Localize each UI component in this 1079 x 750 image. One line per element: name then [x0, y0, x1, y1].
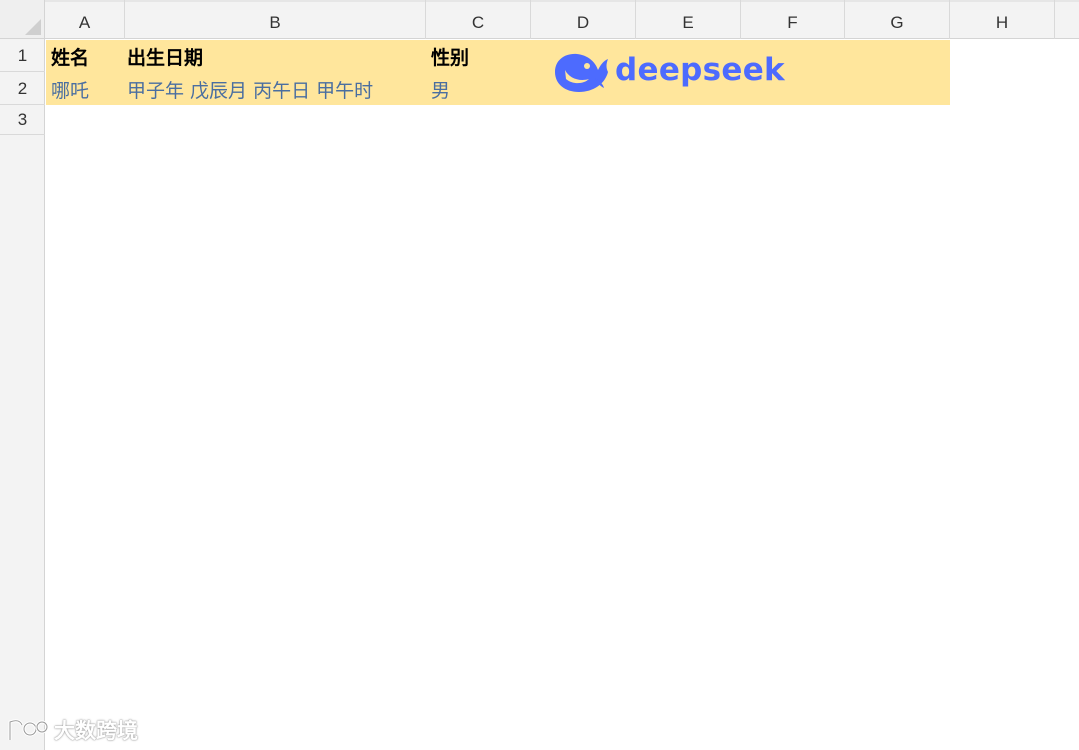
- watermark-text: 大数跨境: [54, 719, 138, 743]
- column-header-a[interactable]: A: [45, 0, 125, 39]
- row-header-3[interactable]: 3: [0, 105, 45, 135]
- deepseek-logo: deepseek: [551, 48, 785, 96]
- row-header-bar: 1 2 3: [0, 39, 45, 750]
- watermark-logo-icon: [8, 719, 49, 740]
- cell-c1[interactable]: 性别: [431, 43, 469, 70]
- logo-text: deepseek: [615, 52, 785, 88]
- cell-b1[interactable]: 出生日期: [127, 43, 203, 70]
- row-header-2[interactable]: 2: [0, 72, 45, 105]
- column-header-bar: A B C D E F G H: [45, 0, 1079, 39]
- column-header-d[interactable]: D: [531, 0, 636, 39]
- column-header-g[interactable]: G: [845, 0, 950, 39]
- column-header-c[interactable]: C: [426, 0, 531, 39]
- cell-a2[interactable]: 哪吒: [51, 76, 89, 103]
- row-header-1[interactable]: 1: [0, 39, 45, 72]
- watermark: 大数跨境: [6, 714, 138, 746]
- cell-b2[interactable]: 甲子年 戊辰月 丙午日 甲午时: [127, 76, 373, 103]
- cell-c2[interactable]: 男: [431, 76, 450, 103]
- column-header-h[interactable]: H: [950, 0, 1055, 39]
- column-header-f[interactable]: F: [741, 0, 845, 39]
- select-all-corner[interactable]: [0, 0, 45, 39]
- column-header-b[interactable]: B: [125, 0, 426, 39]
- spreadsheet: A B C D E F G H 1 2 3 姓名 出生日期 性别 哪吒 甲子年 …: [0, 0, 1079, 750]
- cell-a1[interactable]: 姓名: [51, 43, 89, 70]
- column-header-e[interactable]: E: [636, 0, 741, 39]
